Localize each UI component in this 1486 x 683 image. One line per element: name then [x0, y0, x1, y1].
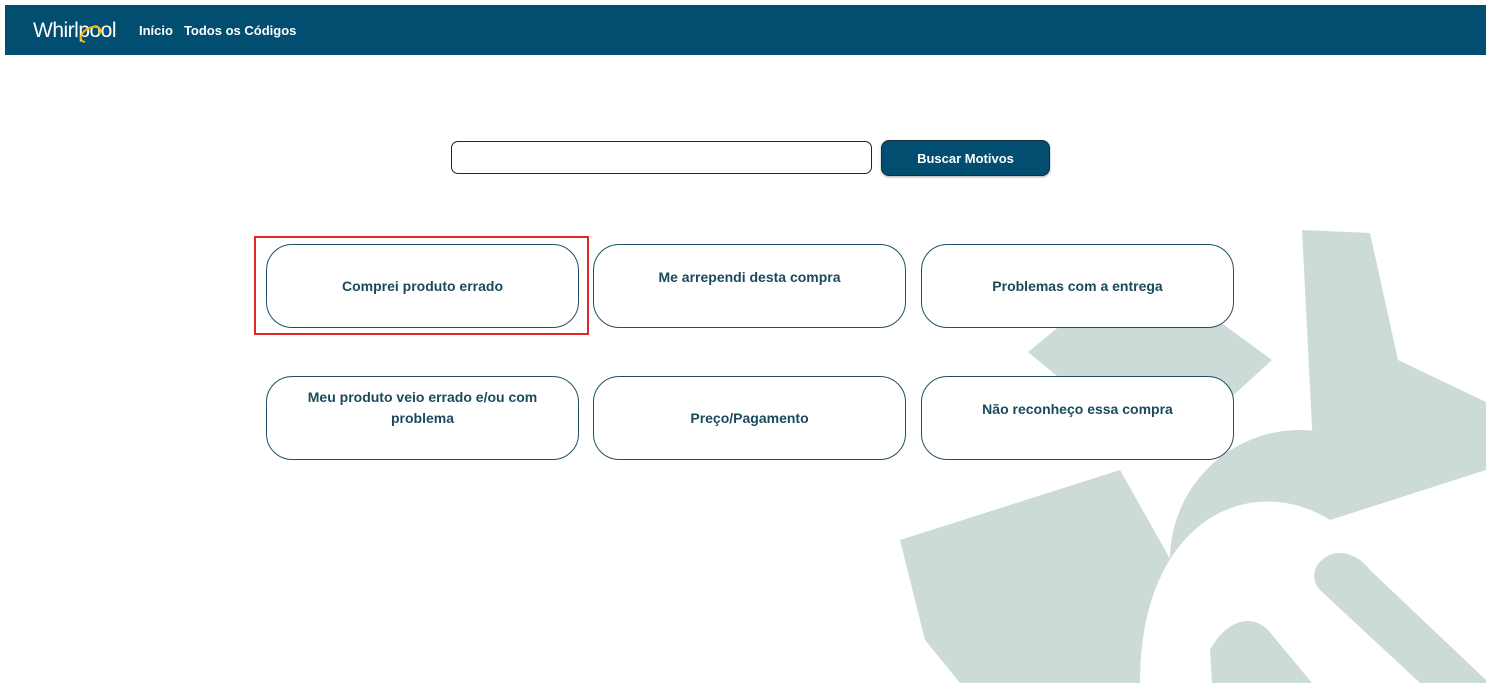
reason-card-me-arrependi[interactable]: Me arrependi desta compra [593, 244, 906, 328]
reason-card-label: Meu produto veio errado e/ou com problem… [307, 389, 538, 426]
reason-card-label: Preço/Pagamento [690, 409, 809, 426]
reason-card-nao-reconheco[interactable]: Não reconheço essa compra [921, 376, 1234, 460]
nav-link-todos-os-codigos[interactable]: Todos os Códigos [184, 23, 296, 38]
search-button[interactable]: Buscar Motivos [881, 140, 1050, 176]
reason-card-preco-pagamento[interactable]: Preço/Pagamento [593, 376, 906, 460]
header-bar: Whirlpool Início Todos os Códigos [5, 5, 1486, 55]
reason-card-label: Comprei produto errado [341, 277, 503, 294]
search-input[interactable] [451, 141, 872, 174]
logo-text: Whirlpool [33, 19, 116, 42]
reason-card-problemas-entrega[interactable]: Problemas com a entrega [921, 244, 1234, 328]
reason-card-label: Me arrependi desta compra [658, 269, 841, 285]
reason-card-label: Problemas com a entrega [992, 277, 1163, 294]
reason-card-comprei-produto-errado[interactable]: Comprei produto errado [266, 244, 579, 328]
logo-wordmark: Whirlpool [33, 19, 117, 43]
whirlpool-logo[interactable]: Whirlpool [33, 15, 129, 45]
nav-link-inicio[interactable]: Início [139, 23, 173, 38]
reason-card-produto-veio-errado[interactable]: Meu produto veio errado e/ou com problem… [266, 376, 579, 460]
reason-card-label: Não reconheço essa compra [982, 401, 1173, 417]
